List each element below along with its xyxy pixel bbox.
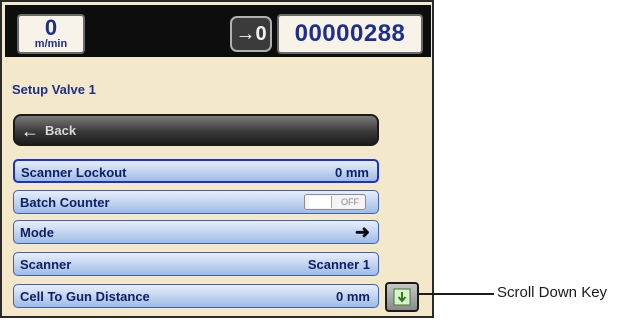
status-header: 0 m/min →0 00000288 xyxy=(5,5,431,57)
row-label: Cell To Gun Distance xyxy=(20,289,150,304)
controller-screen: 0 m/min →0 00000288 Setup Valve 1 ← Back… xyxy=(0,0,434,318)
callout-line xyxy=(418,293,494,295)
scroll-down-key-callout: Scroll Down Key xyxy=(497,284,608,301)
back-arrow-icon: ← xyxy=(21,121,39,141)
speed-display: 0 m/min xyxy=(17,14,85,54)
menu-row-scanner[interactable]: Scanner Scanner 1 xyxy=(13,252,379,276)
io-button[interactable]: →0 xyxy=(230,16,272,52)
toggle-knob xyxy=(309,196,332,208)
row-label: Mode xyxy=(20,225,54,240)
row-label: Scanner xyxy=(20,257,72,272)
back-button[interactable]: ← Back xyxy=(13,114,379,146)
menu-row-scanner-lockout[interactable]: Scanner Lockout 0 mm xyxy=(13,159,379,183)
menu-row-batch-counter[interactable]: Batch Counter OFF xyxy=(13,190,379,214)
menu-row-mode[interactable]: Mode ➜ xyxy=(13,220,379,244)
toggle-label: OFF xyxy=(341,197,359,207)
batch-counter-toggle[interactable]: OFF xyxy=(304,194,366,210)
row-value: Scanner 1 xyxy=(307,257,370,272)
back-button-label: Back xyxy=(45,123,77,138)
scroll-down-button[interactable] xyxy=(385,282,419,312)
row-value: 0 mm xyxy=(336,289,370,304)
speed-value: 0 xyxy=(44,15,58,40)
menu-row-cell-to-gun-distance[interactable]: Cell To Gun Distance 0 mm xyxy=(13,284,379,308)
row-label: Batch Counter xyxy=(20,195,110,210)
row-value: 0 mm xyxy=(335,165,369,180)
speed-unit: m/min xyxy=(34,38,68,50)
page-title: Setup Valve 1 xyxy=(12,82,96,97)
counter-display: 00000288 xyxy=(277,14,423,54)
arrow-right-icon: ➜ xyxy=(354,222,370,242)
scroll-down-icon xyxy=(393,288,411,306)
row-label: Scanner Lockout xyxy=(21,165,127,180)
